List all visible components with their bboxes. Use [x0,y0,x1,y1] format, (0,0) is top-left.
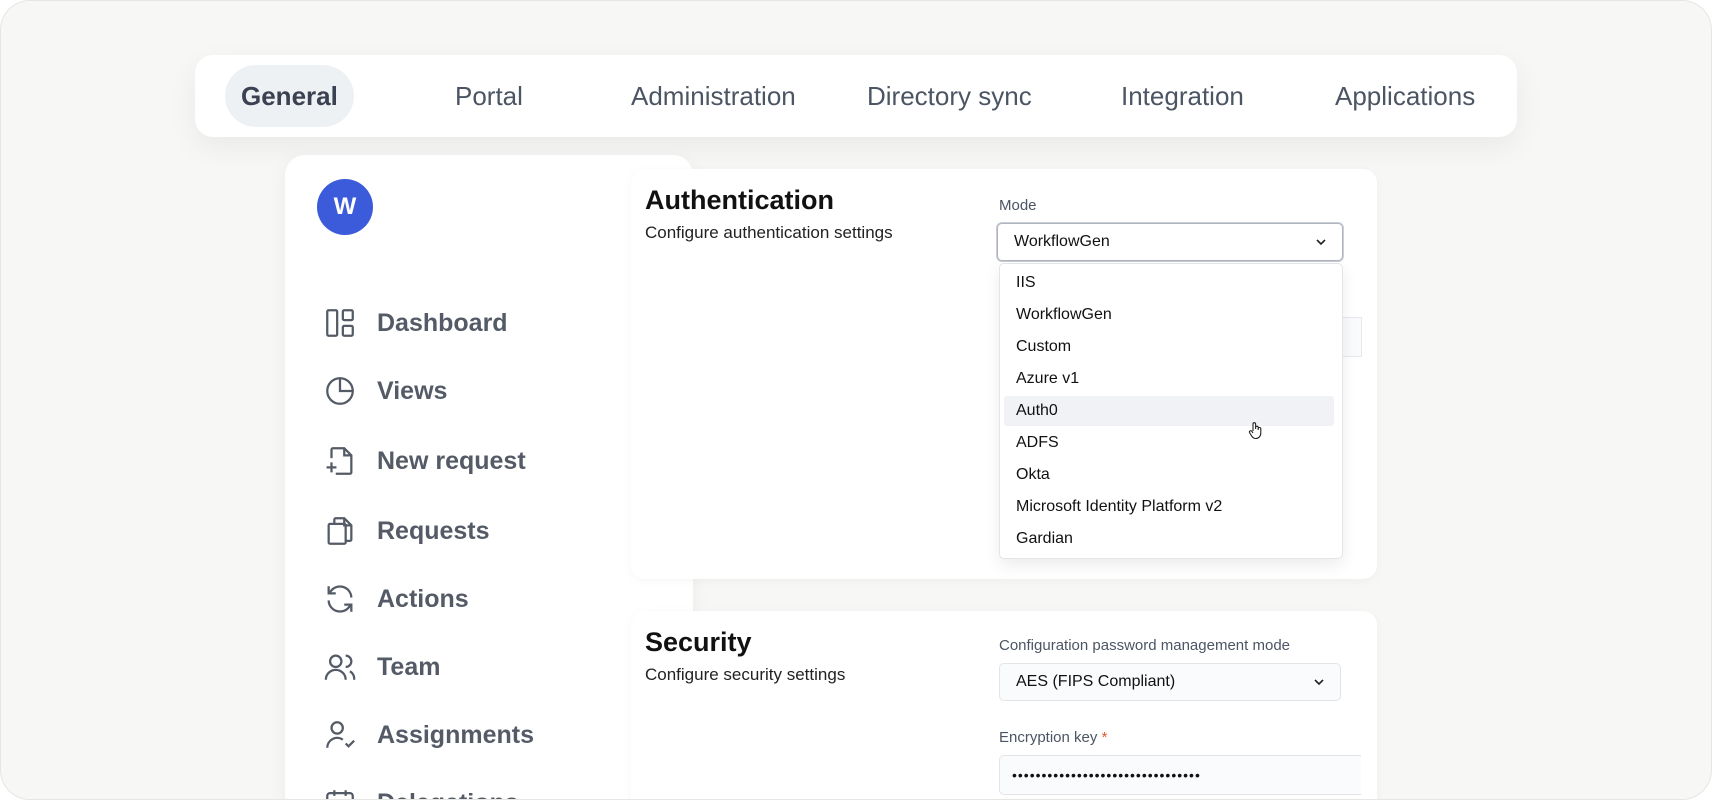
required-marker: * [1101,729,1108,746]
top-tab-bar: General Portal Administration Directory … [195,55,1517,137]
mode-option-adfs[interactable]: ADFS [1004,428,1334,458]
mode-option-azure-v1[interactable]: Azure v1 [1004,364,1334,394]
authentication-title: Authentication [645,185,834,215]
tab-general[interactable]: General [225,65,354,127]
tab-directory-sync[interactable]: Directory sync [867,65,1032,127]
sidebar-item-label: Team [377,652,441,681]
encryption-key-label: Encryption key * [999,729,1107,746]
mode-select[interactable]: WorkflowGen [997,223,1343,261]
security-subtitle: Configure security settings [645,665,846,684]
calendar-icon [326,790,354,799]
sidebar-item-label: Assignments [377,720,534,749]
sidebar-item-label: Actions [377,584,469,613]
users-icon [324,654,356,680]
sidebar-item-label: Requests [377,516,490,545]
chevron-down-icon [1316,239,1326,246]
password-mode-label: Configuration password management mode [999,637,1290,654]
mode-option-gardian[interactable]: Gardian [1004,524,1334,554]
app-frame: General Portal Administration Directory … [0,0,1712,800]
authentication-subtitle: Configure authentication settings [645,223,893,242]
sidebar-item-label: Delegations [377,789,519,800]
mode-option-microsoft-identity-platform-v2[interactable]: Microsoft Identity Platform v2 [1004,492,1334,522]
pie-chart-icon [326,377,354,405]
encryption-key-input[interactable]: •••••••••••••••••••••••••••••••• [999,755,1361,795]
password-mode-value: AES (FIPS Compliant) [1016,673,1176,690]
dashboard-icon [326,309,354,337]
tab-portal[interactable]: Portal [455,65,523,127]
hand-cursor-icon [1248,422,1262,440]
sidebar-item-label: New request [377,446,526,475]
mode-option-okta[interactable]: Okta [1004,460,1334,490]
sidebar-item-team[interactable]: Team [323,647,440,687]
chevron-down-icon [1314,679,1324,686]
encryption-key-label-text: Encryption key [999,729,1098,746]
tab-integration[interactable]: Integration [1121,65,1244,127]
sidebar-item-views[interactable]: Views [323,371,447,411]
sidebar-item-label: Views [377,376,448,405]
mode-option-auth0[interactable]: Auth0 [1004,396,1334,426]
mode-dropdown-menu: IIS WorkflowGen Custom Azure v1 Auth0 AD… [999,263,1343,559]
sidebar-item-new-request[interactable]: New request [323,441,526,481]
sidebar-item-label: Dashboard [377,308,508,337]
sidebar-item-assignments[interactable]: Assignments [323,715,534,755]
mode-option-iis[interactable]: IIS [1004,268,1334,298]
refresh-icon [327,585,353,613]
avatar[interactable]: W [317,179,373,235]
user-check-icon [326,721,355,748]
file-plus-icon [326,447,353,475]
files-icon [327,517,353,545]
tab-applications[interactable]: Applications [1335,65,1475,127]
sidebar-item-delegations[interactable]: Delegations [323,783,519,800]
security-title: Security [645,627,752,657]
mode-label: Mode [999,197,1037,214]
sidebar-item-dashboard[interactable]: Dashboard [323,303,508,343]
mode-select-value: WorkflowGen [1014,233,1110,250]
mode-option-workflowgen[interactable]: WorkflowGen [1004,300,1334,330]
mode-option-custom[interactable]: Custom [1004,332,1334,362]
sidebar-item-requests[interactable]: Requests [323,511,490,551]
sidebar-item-actions[interactable]: Actions [323,579,469,619]
tab-administration[interactable]: Administration [631,65,796,127]
password-mode-select[interactable]: AES (FIPS Compliant) [999,663,1341,701]
